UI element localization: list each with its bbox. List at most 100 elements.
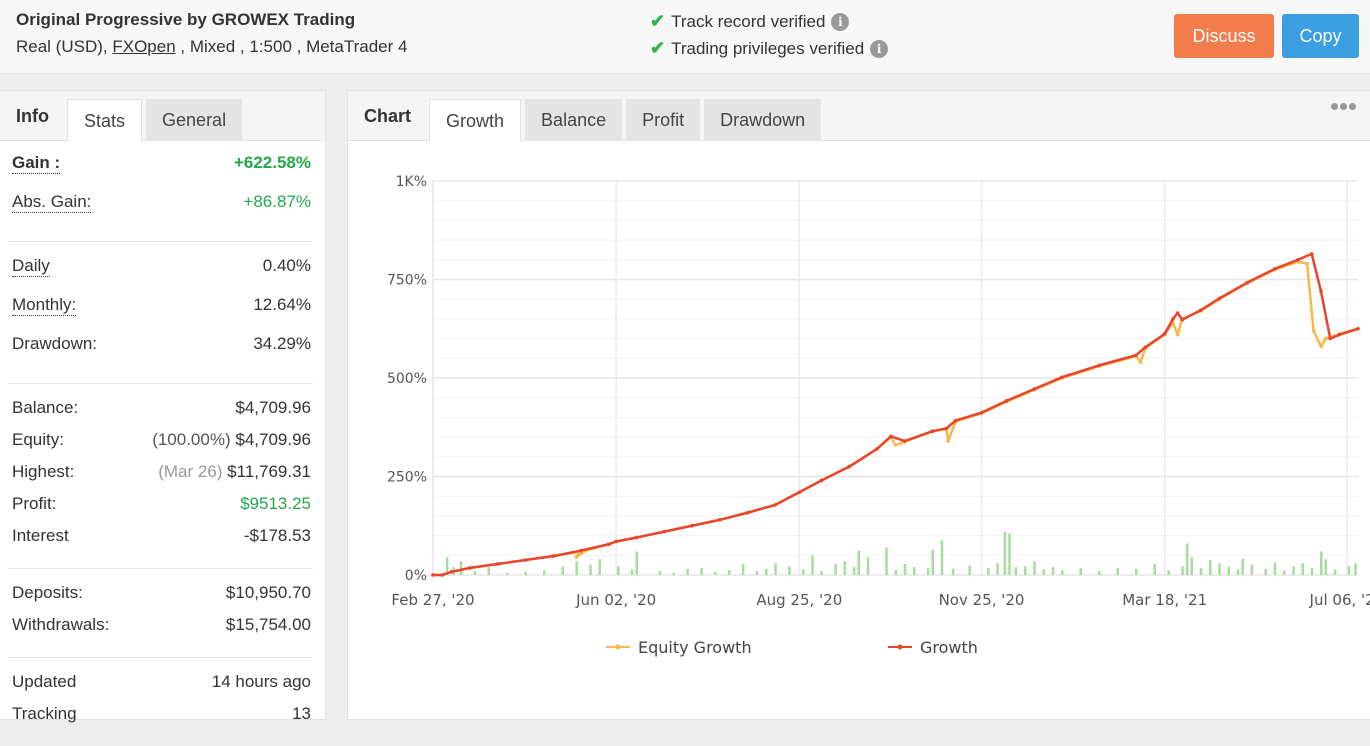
chart-tabs: Chart Growth Balance Profit Drawdown [348,91,1370,142]
activity-bar [834,563,837,575]
activity-bar [765,568,768,575]
activity-bar [987,567,990,575]
y-tick-label: 250% [387,470,427,486]
stat-value: (100.00%) $4,709.96 [152,430,311,449]
data-point [579,548,583,553]
activity-bar [1324,559,1328,575]
activity-bar [1135,568,1138,575]
activity-bar [774,563,777,575]
more-options-icon[interactable] [1331,103,1356,110]
tab-stats[interactable]: Stats [67,99,143,142]
activity-bar [1098,571,1101,575]
stat-value: 12.64% [253,295,311,314]
stat-value: -$178.53 [243,526,311,545]
broker-link[interactable]: FXOpen [112,37,175,56]
activity-bar [996,563,999,575]
tab-info[interactable]: Info [0,91,67,140]
data-point [979,410,984,415]
data-point [930,429,935,433]
stat-label: Equity: [12,430,64,449]
activity-bar [598,559,601,575]
activity-bar [852,567,856,575]
activity-bar [1033,561,1036,575]
activity-bar [506,572,509,575]
tab-drawdown[interactable]: Drawdown [704,99,822,141]
stats-tabs: Info Stats General [0,91,325,142]
data-point [690,523,694,528]
activity-bar [1264,568,1267,575]
activity-bar [1250,564,1254,575]
data-point [875,447,879,451]
stats-panel: Info Stats General Gain : +622.58% Abs. Ga… [0,90,326,723]
data-point [745,510,750,515]
activity-bar [1218,563,1221,575]
activity-bar [1241,558,1244,575]
stat-label: Highest: [12,462,75,481]
stat-value: $15,754.00 [225,615,311,634]
stat-label: Updated [12,672,77,691]
activity-bar [1042,569,1045,575]
x-tick-label: Aug 25, '20 [756,591,842,609]
info-icon[interactable]: i [831,12,850,31]
activity-bar [672,572,675,575]
data-point [1323,336,1328,341]
growth-chart: 0% 250% 500% 750% 1K% Feb 27, '20 Jun 02, '20 A… [387,174,1370,657]
data-point [1309,252,1314,256]
data-point [1356,326,1360,331]
data-point [523,558,528,562]
copy-button[interactable]: Copy [1282,14,1359,58]
data-point [1032,387,1037,391]
stat-label[interactable]: Abs. Gain: [12,192,92,213]
system-title: Original Progressive by GROWEX Trading [16,10,356,29]
stat-value: 34.29% [253,334,311,353]
data-point [1060,375,1064,380]
data-point [1245,280,1249,285]
activity-bar [1227,567,1230,575]
stat-label[interactable]: Gain : [12,153,61,174]
stat-row: Drawdown: 34.29% [12,334,311,373]
stat-label[interactable]: Monthly: [12,295,77,316]
stat-label[interactable]: Daily [12,256,50,277]
activity-bar [788,566,791,575]
discuss-button[interactable]: Discuss [1174,14,1274,58]
stat-label: Withdrawals: [12,615,110,634]
activity-bar [1354,563,1357,575]
tab-general[interactable]: General [146,99,243,141]
legend-label: Growth [920,638,978,657]
data-point [1319,289,1323,294]
activity-bar [1283,570,1286,575]
stat-row: Monthly: 12.64% [12,295,311,334]
data-point [1337,332,1342,337]
activity-bar [755,571,759,575]
stat-label: Profit: [12,494,57,513]
tab-growth[interactable]: Growth [429,99,522,142]
tab-profit[interactable]: Profit [626,99,701,141]
activity-bar [866,557,870,575]
stat-label: Drawdown: [12,334,98,353]
activity-bar [487,567,490,575]
verification-label: Track record verified [671,11,826,31]
activity-bar [1003,531,1007,575]
activity-bar [741,563,745,575]
data-point [1162,332,1167,336]
track-record-verified: ✔ Track record verified i [650,11,850,32]
activity-bar [894,570,897,575]
data-point [1305,261,1309,266]
info-icon[interactable]: i [870,39,889,58]
activity-bar [1236,569,1240,575]
activity-bar [931,549,934,575]
chart-panel: Chart Growth Balance Profit Drawdown 0% 2… [347,90,1370,720]
activity-bar [820,571,823,575]
data-point [574,555,579,560]
stat-value-note: (100.00%) [152,430,236,449]
activity-bar [1199,567,1203,575]
tab-chart[interactable]: Chart [348,91,429,140]
activity-bar [1209,560,1212,575]
stat-row: Tracking 13 [12,704,311,736]
data-point [773,503,778,507]
tab-balance[interactable]: Balance [525,99,623,141]
account-details: , Mixed , 1:500 , MetaTrader 4 [175,37,408,56]
stat-row: Balance: $4,709.96 [12,398,311,430]
x-tick-label: Jul 06, '21 [1309,591,1370,609]
activity-bar [1347,566,1351,575]
